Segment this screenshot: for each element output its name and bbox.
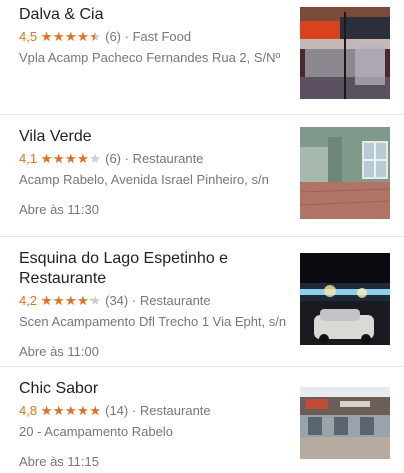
divider	[0, 236, 404, 237]
place-name[interactable]: Esquina do Lago Espetinho e Restaurante	[19, 249, 294, 289]
separator: ·	[124, 29, 129, 44]
rating-row: 4,8 ★★★★★ ★★★★★ (14) · Restaurante	[19, 403, 294, 419]
list-item[interactable]: Chic Sabor 4,8 ★★★★★ ★★★★★ (14) · Restaur…	[0, 379, 404, 473]
star-rating-icon: ★★★★★★★★★★	[40, 29, 102, 44]
place-photo[interactable]	[300, 253, 390, 345]
category: Restaurante	[139, 293, 211, 308]
address: Vpla Acamp Pacheco Fernandes Rua 2, S/Nº	[19, 50, 281, 65]
rating-value: 4,1	[19, 151, 38, 166]
review-count: (6)	[105, 29, 121, 44]
divider	[0, 366, 404, 367]
place-photo[interactable]	[300, 127, 390, 219]
separator: ·	[131, 403, 137, 418]
place-info: Chic Sabor 4,8 ★★★★★ ★★★★★ (14) · Restaur…	[19, 379, 294, 470]
place-info: Vila Verde 4,1 ★★★★★★★★★★ (6) · Restaura…	[19, 127, 294, 218]
rating-value: 4,8	[19, 403, 38, 418]
place-photo[interactable]	[300, 387, 390, 459]
star-rating-icon: ★★★★★★★★★★	[40, 151, 102, 166]
review-count: (34)	[105, 293, 129, 308]
category: Restaurante	[139, 403, 211, 418]
review-count: (14)	[105, 403, 129, 418]
rating-row: 4,5 ★★★★★ ★★★★★ (6) · Fast Food	[19, 29, 294, 45]
place-info: Esquina do Lago Espetinho e Restaurante …	[19, 249, 294, 360]
rating-value: 4,2	[19, 293, 38, 308]
rating-row: 4,2 ★★★★★★★★★★ (34) · Restaurante	[19, 293, 294, 309]
review-count: (6)	[105, 151, 121, 166]
place-name[interactable]: Vila Verde	[19, 127, 294, 147]
rating-row: 4,1 ★★★★★★★★★★ (6) · Restaurante	[19, 151, 294, 167]
separator: ·	[124, 151, 129, 166]
opening-hours: Abre às 11:00	[19, 344, 99, 359]
list-item[interactable]: Esquina do Lago Espetinho e Restaurante …	[0, 249, 404, 360]
place-name[interactable]: Chic Sabor	[19, 379, 294, 399]
star-rating-icon: ★★★★★★★★★★	[40, 403, 102, 418]
category: Restaurante	[132, 151, 204, 166]
list-item[interactable]: Dalva & Cia 4,5 ★★★★★ ★★★★★ (6) · Fast Fo…	[0, 5, 404, 113]
rating-value: 4,5	[19, 29, 38, 44]
divider	[0, 114, 404, 115]
opening-hours: Abre às 11:30	[19, 202, 99, 217]
category: Fast Food	[132, 29, 192, 44]
place-name[interactable]: Dalva & Cia	[19, 5, 294, 25]
place-photo[interactable]	[300, 7, 390, 99]
address: 20 - Acampamento Rabelo	[19, 424, 173, 439]
star-rating-icon: ★★★★★★★★★★	[40, 293, 102, 308]
list-item[interactable]: Vila Verde 4,1 ★★★★★★★★★★ (6) · Restaura…	[0, 127, 404, 235]
address: Acamp Rabelo, Avenida Israel Pinheiro, s…	[19, 172, 269, 187]
separator: ·	[131, 293, 137, 308]
place-info: Dalva & Cia 4,5 ★★★★★ ★★★★★ (6) · Fast Fo…	[19, 5, 294, 66]
opening-hours: Abre às 11:15	[19, 454, 99, 469]
address: Scen Acampamento Dfl Trecho 1 Via Epht, …	[19, 314, 287, 329]
